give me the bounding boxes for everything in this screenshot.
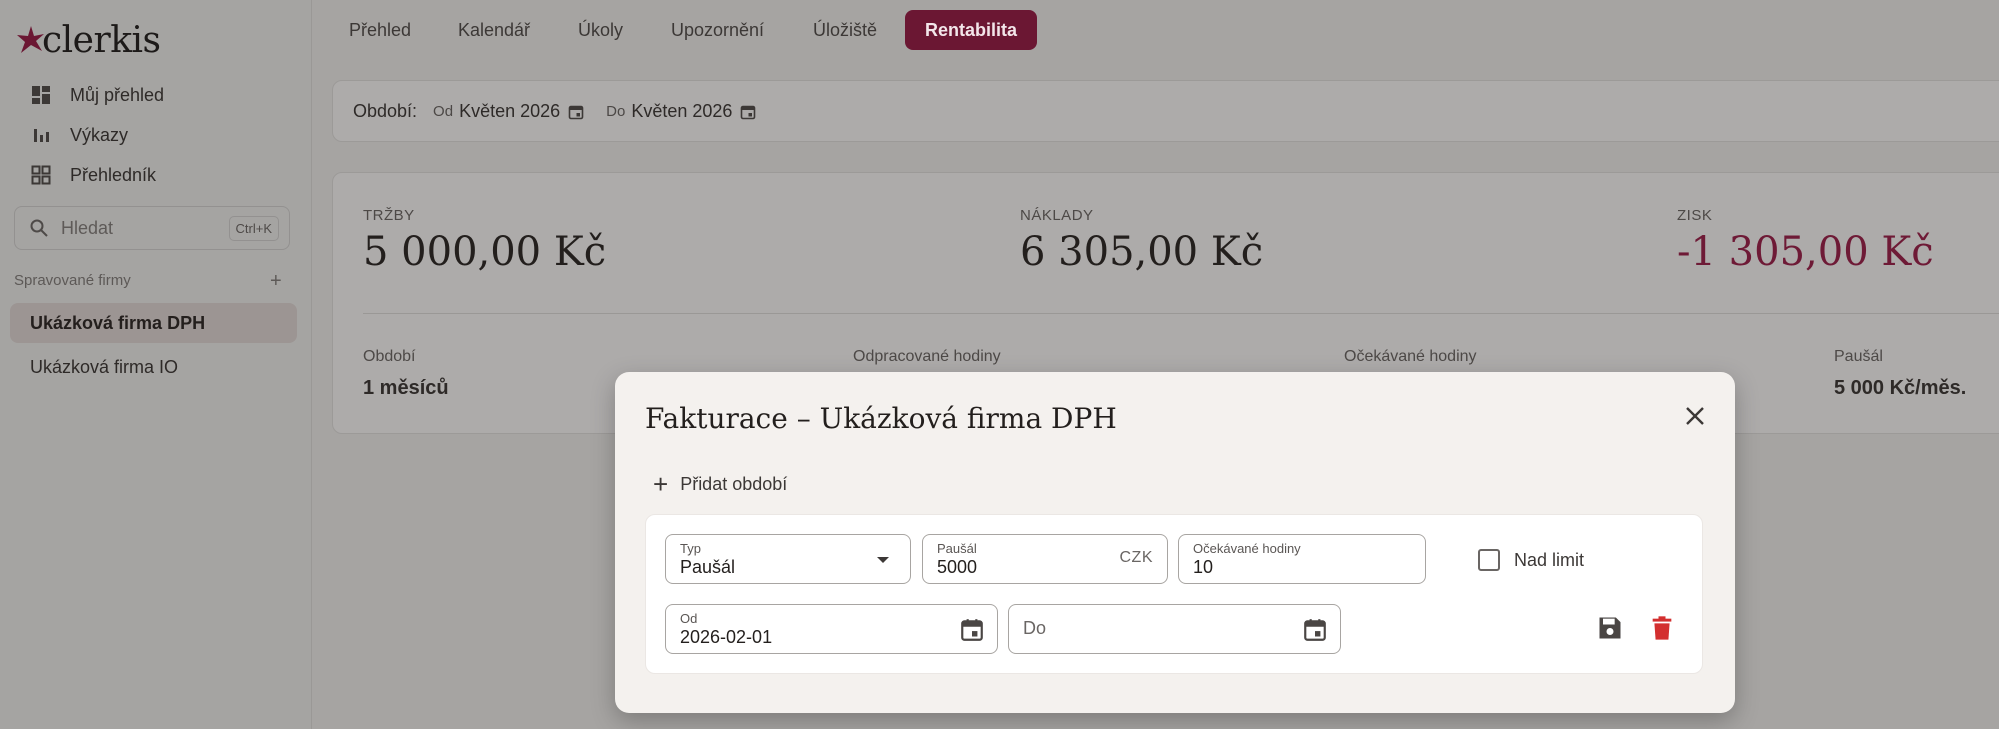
add-period-label: Přidat období — [680, 473, 788, 494]
period-label: Období: — [353, 100, 418, 121]
meta-period-value: 1 měsíců — [363, 377, 449, 399]
chevron-down-icon — [877, 557, 889, 563]
to-date-input[interactable]: Do — [1008, 604, 1341, 654]
revenue-label: TRŽBY — [363, 207, 415, 224]
costs-value: 6 305,00 Kč — [1020, 229, 1264, 275]
tab-rentabilita[interactable]: Rentabilita — [905, 10, 1038, 50]
search-shortcut: Ctrl+K — [228, 215, 279, 241]
dashboard-icon — [30, 84, 52, 106]
expected-hours-field-value: 10 — [1193, 557, 1214, 577]
type-label: Typ — [680, 541, 701, 556]
logo[interactable]: clerkis — [16, 18, 161, 62]
delete-icon[interactable] — [1648, 614, 1676, 642]
checkbox-box — [1478, 549, 1500, 571]
period-to-picker[interactable]: Květen 2026 — [631, 101, 756, 122]
sidebar-item-vykazy[interactable]: Výkazy — [30, 118, 128, 152]
sidebar-item-label: Přehledník — [70, 164, 157, 185]
profit-value: -1 305,00 Kč — [1677, 229, 1934, 275]
tab-kalendar[interactable]: Kalendář — [458, 10, 530, 50]
profit-label: ZISK — [1677, 207, 1713, 224]
sidebar-item-label: Výkazy — [70, 124, 129, 145]
managed-firms-label: Spravované firmy — [14, 272, 131, 289]
flat-fee-input[interactable]: Paušál 5000 CZK — [922, 534, 1168, 584]
search-icon — [29, 218, 49, 238]
search-placeholder: Hledat — [61, 217, 114, 238]
period-from-label: Od — [433, 102, 454, 120]
billing-period-row: Typ Paušál Paušál 5000 CZK Očekávané hod… — [645, 514, 1703, 674]
from-date-input[interactable]: Od 2026-02-01 — [665, 604, 998, 654]
sidebar-firm-io[interactable]: Ukázková firma IO — [10, 347, 297, 387]
period-from-value: Květen 2026 — [459, 100, 561, 121]
add-firm-icon[interactable]: + — [270, 270, 282, 293]
currency-suffix: CZK — [1119, 549, 1153, 566]
tab-prehled[interactable]: Přehled — [349, 10, 411, 50]
save-icon[interactable] — [1596, 614, 1624, 642]
period-from-picker[interactable]: Květen 2026 — [459, 101, 584, 122]
close-icon[interactable] — [1683, 404, 1707, 428]
tab-ukoly[interactable]: Úkoly — [578, 10, 623, 50]
meta-expected-hours-label: Očekávané hodiny — [1344, 348, 1477, 365]
meta-flat-fee-value: 5 000 Kč/měs. — [1834, 377, 1967, 399]
search-input[interactable]: Hledat Ctrl+K — [14, 206, 290, 250]
from-date-value: 2026-02-01 — [680, 627, 773, 647]
tab-upozorneni[interactable]: Upozornění — [671, 10, 764, 50]
type-select[interactable]: Typ Paušál — [665, 534, 911, 584]
revenue-value: 5 000,00 Kč — [363, 229, 607, 275]
bar-chart-icon — [30, 124, 52, 146]
add-period-button[interactable]: + Přidat období — [653, 468, 787, 500]
over-limit-label: Nad limit — [1514, 549, 1585, 570]
plus-icon: + — [653, 469, 669, 499]
sidebar-item-muj-prehled[interactable]: Můj přehled — [30, 78, 164, 112]
over-limit-checkbox[interactable]: Nad limit — [1478, 545, 1584, 575]
sidebar: clerkis Můj přehled Výkazy Přehledník Hl… — [0, 0, 312, 729]
expected-hours-input[interactable]: Očekávané hodiny 10 — [1178, 534, 1426, 584]
type-value: Paušál — [680, 557, 736, 577]
costs-label: NÁKLADY — [1020, 207, 1094, 224]
tab-uloziste[interactable]: Úložiště — [813, 10, 877, 50]
calendar-icon — [741, 105, 756, 120]
expected-hours-field-label: Očekávané hodiny — [1193, 541, 1301, 556]
period-filter: Období: Od Květen 2026 Do Květen 2026 — [332, 80, 1999, 142]
firm-label: Ukázková firma IO — [30, 356, 179, 377]
meta-worked-hours-label: Odpracované hodiny — [853, 348, 1001, 365]
flat-fee-field-value: 5000 — [937, 557, 978, 577]
calendar-icon[interactable] — [959, 617, 985, 643]
sidebar-item-prehlednik[interactable]: Přehledník — [30, 158, 156, 192]
dialog-title: Fakturace – Ukázková firma DPH — [645, 402, 1117, 435]
flat-fee-field-label: Paušál — [937, 541, 977, 556]
from-date-label: Od — [680, 611, 698, 626]
meta-period-label: Období — [363, 348, 416, 365]
to-date-placeholder: Do — [1023, 618, 1047, 638]
sidebar-firm-dph[interactable]: Ukázková firma DPH — [10, 303, 297, 343]
firm-label: Ukázková firma DPH — [30, 312, 206, 333]
grid-icon — [30, 164, 52, 186]
billing-dialog: Fakturace – Ukázková firma DPH + Přidat … — [615, 372, 1735, 713]
meta-flat-fee-label: Paušál — [1834, 348, 1883, 365]
period-to-label: Do — [606, 102, 626, 120]
logo-text: clerkis — [42, 19, 161, 61]
calendar-icon[interactable] — [1302, 617, 1328, 643]
calendar-icon — [568, 105, 584, 120]
stats-divider — [363, 313, 1999, 314]
period-to-value: Květen 2026 — [631, 100, 733, 121]
sidebar-item-label: Můj přehled — [70, 84, 165, 105]
